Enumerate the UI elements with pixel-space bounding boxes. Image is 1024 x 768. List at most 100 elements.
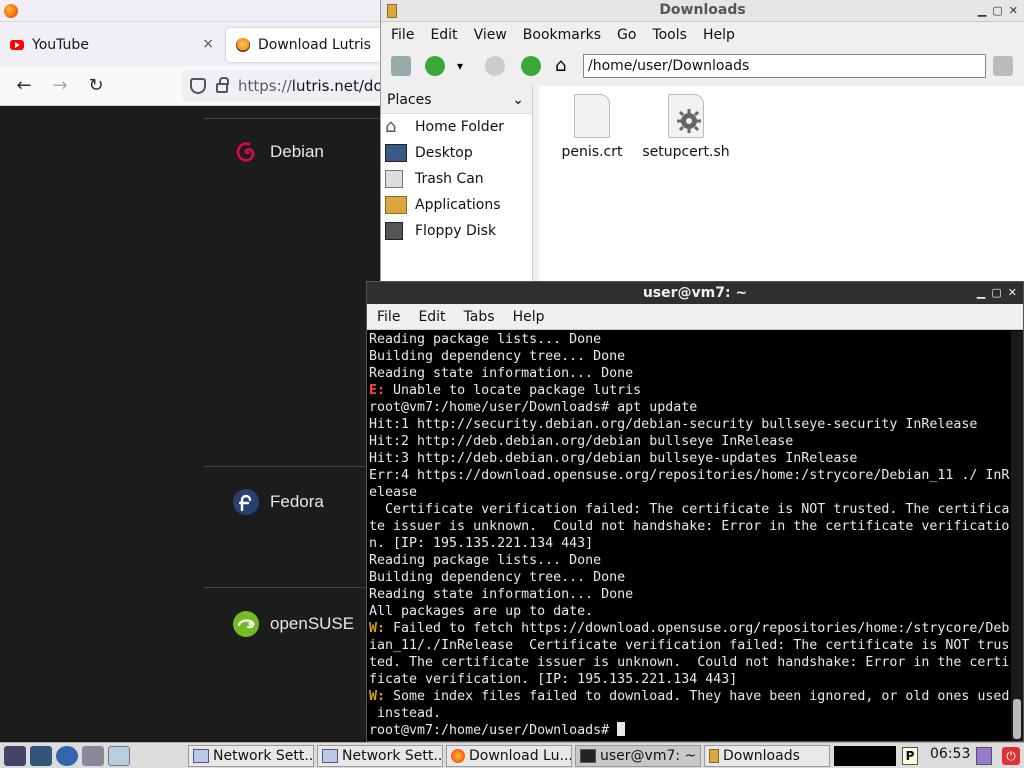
clipboard-icon[interactable]: P bbox=[902, 747, 918, 765]
tracking-shield-icon[interactable] bbox=[190, 78, 206, 94]
document-icon bbox=[574, 94, 610, 138]
applications-icon bbox=[385, 196, 407, 214]
terminal-line: Reading state information... Done bbox=[369, 365, 1011, 382]
menu-file[interactable]: File bbox=[377, 309, 400, 325]
history-dropdown-icon[interactable]: ▾ bbox=[457, 56, 469, 76]
forward-arrow-icon[interactable]: → bbox=[48, 74, 72, 98]
url-host: lutris.net/do bbox=[291, 77, 383, 95]
maximize-icon[interactable]: ▢ bbox=[992, 0, 1002, 21]
places-header[interactable]: Places ⌄ bbox=[381, 86, 532, 114]
task-network-settings-1[interactable]: Network Sett... bbox=[188, 745, 314, 767]
menu-help[interactable]: Help bbox=[513, 309, 545, 325]
back-arrow-icon[interactable]: ← bbox=[12, 74, 36, 98]
menu-tabs[interactable]: Tabs bbox=[464, 309, 495, 325]
scrollbar-thumb[interactable] bbox=[1013, 699, 1021, 739]
place-desktop[interactable]: Desktop bbox=[381, 140, 532, 166]
floppy-icon bbox=[385, 222, 403, 240]
terminal-line: W: Failed to fetch https://download.open… bbox=[369, 620, 1011, 637]
distro-label: Fedora bbox=[270, 492, 324, 511]
terminal-line-text: Hit:1 http://security.debian.org/debian-… bbox=[369, 417, 978, 432]
menu-help[interactable]: Help bbox=[703, 27, 735, 43]
terminal-line-text: Building dependency tree... Done bbox=[369, 570, 626, 585]
close-icon[interactable]: ✕ bbox=[1008, 282, 1017, 304]
reload-icon[interactable]: ↻ bbox=[84, 74, 108, 98]
place-label: Floppy Disk bbox=[415, 223, 497, 239]
clock[interactable]: 06:53 bbox=[930, 746, 970, 762]
terminal-line-text: All packages are up to date. bbox=[369, 604, 594, 619]
terminal-line: ted. The certificate issuer is unknown. … bbox=[369, 654, 1011, 671]
distro-opensuse[interactable]: openSUSE bbox=[232, 610, 354, 638]
place-trash-can[interactable]: Trash Can bbox=[381, 166, 532, 192]
close-icon[interactable]: ✕ bbox=[1009, 0, 1018, 21]
task-label: Network Sett... bbox=[342, 748, 443, 764]
tab-download-lutris[interactable]: Download Lutris bbox=[226, 28, 386, 62]
task-terminal[interactable]: user@vm7: ~ bbox=[575, 745, 701, 767]
lutris-icon bbox=[236, 38, 250, 52]
debian-swirl-icon bbox=[236, 142, 255, 162]
terminal-line: ian_11/./InRelease Certificate verificat… bbox=[369, 637, 1011, 654]
terminal-line: instead. bbox=[369, 705, 1011, 722]
file-view: penis.crt setupcert.sh bbox=[539, 86, 1024, 283]
user-icon[interactable] bbox=[976, 747, 992, 765]
task-label: Download Lu... bbox=[469, 748, 572, 764]
web-browser-launcher-icon[interactable] bbox=[56, 745, 78, 766]
power-icon[interactable]: ⏻ bbox=[1002, 747, 1020, 765]
script-gear-icon bbox=[668, 94, 704, 138]
place-home-folder[interactable]: ⌂ Home Folder bbox=[381, 114, 532, 140]
distro-debian[interactable]: Debian bbox=[232, 138, 324, 166]
toolbar: ▾ ⌂ /home/user/Downloads bbox=[381, 48, 1024, 84]
task-network-settings-2[interactable]: Network Sett... bbox=[317, 745, 443, 767]
error-prefix: E: bbox=[369, 383, 386, 398]
menu-tools[interactable]: Tools bbox=[652, 27, 687, 43]
go-icon[interactable] bbox=[993, 56, 1013, 76]
terminal-line-text: Reading state information... Done bbox=[369, 587, 634, 602]
start-menu-icon[interactable] bbox=[4, 745, 26, 766]
place-applications[interactable]: Applications bbox=[381, 192, 532, 218]
up-icon[interactable] bbox=[521, 56, 541, 76]
task-download-lutris[interactable]: Download Lu... bbox=[446, 745, 572, 767]
maximize-icon[interactable]: ▢ bbox=[991, 282, 1001, 304]
lock-icon[interactable] bbox=[216, 77, 229, 93]
minimize-icon[interactable]: ▁ bbox=[978, 0, 986, 21]
opensuse-chameleon-icon bbox=[233, 611, 259, 637]
terminal-line: W: Some index files failed to download. … bbox=[369, 688, 1011, 705]
path-input[interactable]: /home/user/Downloads bbox=[583, 54, 986, 78]
file-manager-launcher-icon[interactable] bbox=[30, 745, 52, 766]
menu-go[interactable]: Go bbox=[617, 27, 636, 43]
terminal-line: All packages are up to date. bbox=[369, 603, 1011, 620]
window-titlebar[interactable]: Downloads ▁ ▢ ✕ bbox=[381, 0, 1024, 22]
distro-fedora[interactable]: Fedora bbox=[232, 488, 324, 516]
home-icon[interactable]: ⌂ bbox=[555, 56, 575, 76]
workspace-switcher-icon[interactable] bbox=[108, 745, 130, 766]
terminal-output[interactable]: Reading package lists... Done Building de… bbox=[369, 331, 1011, 741]
file-item[interactable]: penis.crt bbox=[547, 94, 637, 160]
trash-icon bbox=[385, 170, 403, 188]
youtube-icon bbox=[10, 40, 24, 50]
menu-file[interactable]: File bbox=[391, 27, 414, 43]
place-floppy-disk[interactable]: Floppy Disk bbox=[381, 218, 532, 244]
back-icon[interactable] bbox=[425, 56, 445, 76]
terminal-line-text: te issuer is unknown. Could not handshak… bbox=[369, 519, 1010, 534]
file-name: setupcert.sh bbox=[642, 144, 730, 160]
menu-view[interactable]: View bbox=[474, 27, 507, 43]
forward-icon[interactable] bbox=[485, 56, 505, 76]
scrollbar[interactable] bbox=[1011, 331, 1023, 741]
show-desktop-icon[interactable] bbox=[82, 745, 104, 766]
task-downloads[interactable]: Downloads bbox=[704, 745, 830, 767]
menu-edit[interactable]: Edit bbox=[418, 309, 445, 325]
terminal-line: Certificate verification failed: The cer… bbox=[369, 501, 1011, 518]
taskbar: Network Sett... Network Sett... Download… bbox=[0, 742, 1024, 768]
chevron-down-icon[interactable]: ⌄ bbox=[512, 92, 524, 108]
warning-prefix: W: bbox=[369, 689, 386, 704]
terminal-line: root@vm7:/home/user/Downloads# apt updat… bbox=[369, 399, 1011, 416]
tab-youtube[interactable]: YouTube × bbox=[0, 28, 224, 62]
new-tab-icon[interactable] bbox=[391, 56, 411, 76]
window-titlebar[interactable]: user@vm7: ~ ▁ ▢ ✕ bbox=[367, 282, 1023, 304]
menu-bookmarks[interactable]: Bookmarks bbox=[523, 27, 601, 43]
close-tab-icon[interactable]: × bbox=[202, 36, 214, 52]
menu-edit[interactable]: Edit bbox=[430, 27, 457, 43]
place-label: Trash Can bbox=[415, 171, 484, 187]
minimize-icon[interactable]: ▁ bbox=[977, 282, 985, 304]
terminal-line-text: root@vm7:/home/user/Downloads# bbox=[369, 723, 618, 738]
file-item[interactable]: setupcert.sh bbox=[641, 94, 731, 160]
